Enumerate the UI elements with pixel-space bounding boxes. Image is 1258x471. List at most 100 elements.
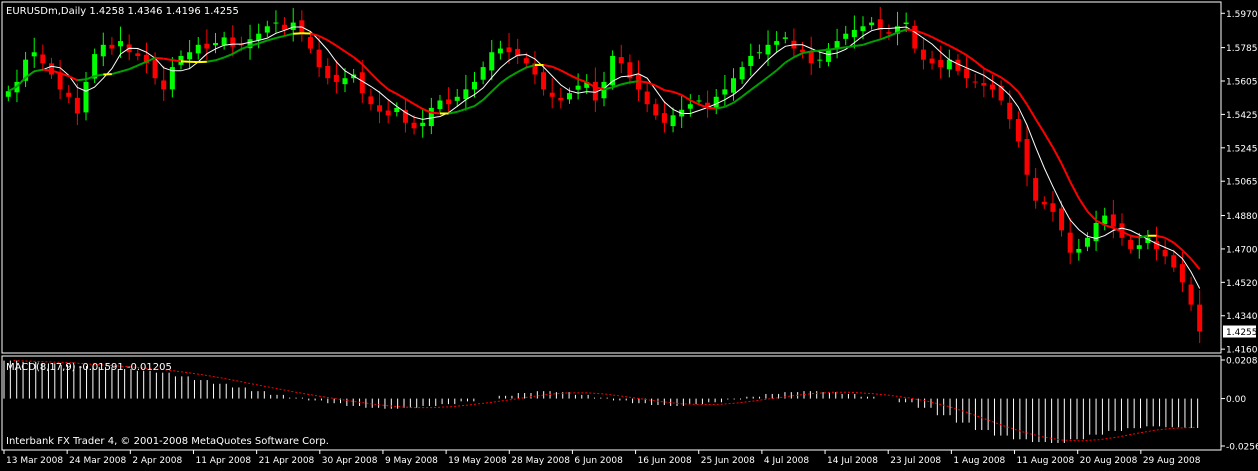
candle-body — [731, 78, 736, 92]
candle-body — [368, 96, 373, 104]
candle-body — [921, 50, 926, 60]
chart-svg[interactable]: 1.59701.57851.56051.54251.52451.50651.48… — [0, 0, 1258, 467]
candle-body — [783, 37, 788, 38]
date-axis-label: 9 May 2008 — [385, 456, 438, 466]
candle-body — [671, 115, 676, 126]
candle-body — [904, 23, 909, 24]
candle-body — [49, 63, 54, 74]
candle-body — [463, 89, 468, 99]
candle-body — [938, 60, 943, 67]
candle-body — [32, 52, 37, 56]
ma-slow-segment — [77, 79, 86, 80]
candle-body — [135, 53, 140, 56]
date-axis-label: 14 Jul 2008 — [827, 456, 878, 466]
date-axis-label: 19 May 2008 — [448, 456, 507, 466]
candle-body — [1050, 203, 1055, 212]
date-axis-label: 4 Jul 2008 — [764, 456, 809, 466]
candle-body — [524, 58, 529, 63]
candle-body — [187, 52, 192, 59]
macd-axis-label: 0.02084 — [1226, 357, 1258, 367]
trading-chart[interactable]: 1.59701.57851.56051.54251.52451.50651.48… — [0, 0, 1258, 467]
candle-body — [602, 82, 607, 98]
candle-body — [394, 108, 399, 112]
ma-slow-segment — [630, 81, 639, 82]
ma-slow-segment — [837, 47, 846, 48]
candle-body — [541, 72, 546, 89]
date-axis-label: 30 Apr 2008 — [322, 456, 378, 466]
candle-body — [645, 92, 650, 105]
ma-slow-segment — [431, 113, 440, 114]
date-axis-label: 29 Aug 2008 — [1143, 456, 1201, 466]
candle-body — [1128, 240, 1133, 249]
candle-body — [696, 100, 701, 101]
candle-body — [964, 69, 969, 79]
macd-axis-label: 0.00 — [1226, 395, 1246, 405]
date-axis-label: 21 Apr 2008 — [259, 456, 315, 466]
candle-body — [213, 43, 218, 45]
candle-body — [1033, 178, 1038, 201]
price-axis-label: 1.5785 — [1226, 44, 1258, 54]
candle-body — [325, 66, 330, 78]
date-axis-label: 6 Jun 2008 — [574, 456, 623, 466]
ma-slow-segment — [854, 45, 863, 46]
candle-body — [58, 72, 63, 89]
candle-body — [1197, 305, 1202, 332]
candle-body — [973, 82, 978, 83]
ma-slow-segment — [828, 49, 837, 50]
date-axis-label: 20 Aug 2008 — [1080, 456, 1138, 466]
candle-body — [1171, 255, 1176, 267]
date-axis-label: 11 Apr 2008 — [195, 456, 251, 466]
candle-body — [740, 67, 745, 79]
candle-body — [420, 123, 425, 126]
candle-body — [981, 83, 986, 86]
date-axis-label: 24 Mar 2008 — [69, 456, 126, 466]
date-axis-label: 16 Jun 2008 — [638, 456, 692, 466]
candle-body — [377, 105, 382, 111]
current-price-label: 1.4255 — [1226, 328, 1258, 338]
candle-body — [860, 26, 865, 31]
symbol-header: EURUSDm,Daily 1.4258 1.4346 1.4196 1.425… — [6, 6, 239, 17]
price-axis-label: 1.5245 — [1226, 144, 1258, 154]
ma-slow-segment — [43, 70, 52, 71]
candle-body — [429, 108, 434, 126]
price-axis-label: 1.4700 — [1226, 245, 1258, 255]
candle-body — [1111, 214, 1116, 226]
candle-body — [153, 60, 158, 78]
candle-body — [472, 82, 477, 89]
candle-body — [386, 111, 391, 116]
candle-body — [852, 30, 857, 37]
candle-body — [446, 99, 451, 104]
candle-body — [886, 32, 891, 33]
candle-body — [75, 98, 80, 114]
candle-body — [1163, 250, 1168, 256]
candle-body — [40, 54, 45, 63]
candle-body — [990, 85, 995, 90]
date-axis-label: 23 Jul 2008 — [890, 456, 941, 466]
candle-body — [1189, 285, 1194, 305]
candle-body — [774, 41, 779, 45]
ma-slow-segment — [172, 60, 181, 61]
candle-body — [817, 60, 822, 61]
price-axis-label: 1.4880 — [1226, 212, 1258, 222]
ma-slow-segment — [811, 51, 820, 52]
candle-body — [714, 97, 719, 108]
candle-body — [809, 51, 814, 63]
ma-slow-segment — [164, 59, 173, 60]
price-axis-label: 1.4520 — [1226, 279, 1258, 289]
candle-body — [230, 37, 235, 46]
date-axis-label: 2 Apr 2008 — [132, 456, 182, 466]
candle-body — [412, 123, 417, 129]
date-axis-label: 13 Mar 2008 — [6, 456, 63, 466]
macd-label: MACD(8,17,9) -0.01591 -0.01205 — [6, 362, 172, 373]
candle-body — [109, 45, 114, 49]
candle-body — [317, 50, 322, 67]
candle-body — [748, 56, 753, 66]
candle-body — [239, 44, 244, 45]
ma-slow-segment — [207, 60, 216, 61]
ma-slow-segment — [639, 81, 648, 82]
candle-body — [619, 57, 624, 63]
candle-body — [722, 89, 727, 94]
candle-body — [481, 67, 486, 80]
candle-body — [576, 86, 581, 90]
candle-body — [1016, 119, 1021, 141]
